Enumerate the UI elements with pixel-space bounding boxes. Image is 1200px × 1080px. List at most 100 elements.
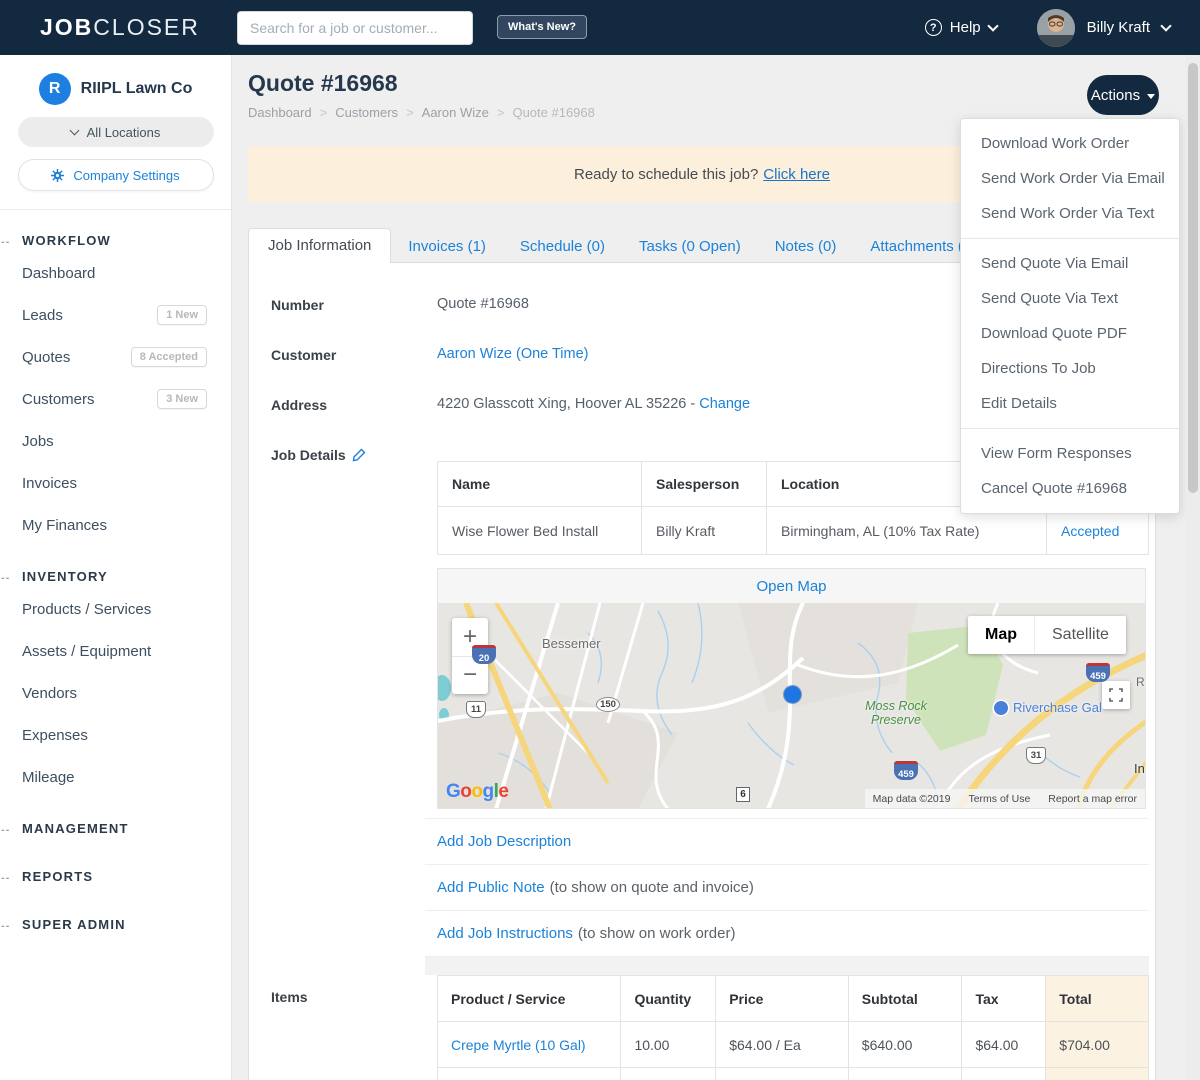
menu-item-download-quote-pdf[interactable]: Download Quote PDF	[961, 316, 1179, 351]
shopping-poi-icon	[994, 701, 1008, 715]
user-menu[interactable]: Billy Kraft	[1036, 8, 1172, 47]
section-header-inventory: -- INVENTORY	[0, 564, 231, 588]
open-map-link[interactable]: Open Map	[756, 578, 826, 595]
sidebar-item-assets-equipment[interactable]: Assets / Equipment	[0, 630, 231, 672]
app-logo: JOBCLOSER	[40, 14, 200, 41]
navbar-right: ? Help Billy Kraft	[924, 8, 1172, 47]
sidebar-item-my-finances[interactable]: My Finances	[0, 504, 231, 546]
us-31-shield: 31	[1026, 747, 1046, 764]
customer-link[interactable]: Aaron Wize	[437, 346, 512, 362]
sidebar-divider	[0, 209, 231, 210]
sidebar-item-label: Mileage	[22, 768, 75, 786]
leads-badge: 1 New	[157, 305, 207, 325]
tab-tasks[interactable]: Tasks (0 Open)	[622, 230, 758, 263]
sidebar-item-label: Dashboard	[22, 264, 96, 282]
salesperson-cell: Billy Kraft	[642, 507, 767, 554]
sidebar-item-dashboard[interactable]: Dashboard	[0, 252, 231, 294]
add-job-description-link[interactable]: Add Job Description	[437, 833, 571, 850]
sidebar-item-jobs[interactable]: Jobs	[0, 420, 231, 462]
col-header-price: Price	[716, 976, 849, 1021]
vertical-scrollbar[interactable]	[1186, 55, 1200, 1080]
actions-label: Actions	[1090, 86, 1141, 104]
company-avatar: R	[38, 73, 71, 105]
chevron-down-icon	[69, 125, 80, 135]
map-section: Open Map + − Map Satellite Bessemer Moss…	[437, 568, 1146, 809]
address-change-link[interactable]: Change	[699, 396, 750, 412]
add-public-note-link[interactable]: Add Public Note	[437, 879, 545, 896]
sidebar-item-label: Quotes	[22, 348, 71, 366]
google-map[interactable]: + − Map Satellite Bessemer Moss Rock Pre…	[437, 603, 1146, 809]
breadcrumb-separator: >	[406, 105, 414, 120]
sidebar-item-leads[interactable]: Leads 1 New	[0, 294, 231, 336]
search-input[interactable]	[237, 11, 473, 45]
sidebar-item-customers[interactable]: Customers 3 New	[0, 378, 231, 420]
company-settings-button[interactable]: Company Settings	[17, 159, 214, 191]
sidebar-item-vendors[interactable]: Vendors	[0, 672, 231, 714]
dash-icon: --	[1, 920, 11, 932]
menu-item-edit-details[interactable]: Edit Details	[961, 386, 1179, 421]
customer-type-link[interactable]: (One Time)	[516, 346, 589, 362]
map-data-label: Map data ©2019	[872, 793, 951, 805]
job-name-cell: Wise Flower Bed Install	[438, 507, 642, 554]
map-attribution: Map data ©2019 Terms of Use Report a map…	[864, 789, 1145, 808]
menu-item-directions-to-job[interactable]: Directions To Job	[961, 351, 1179, 386]
address-label: Address	[271, 397, 328, 413]
actions-button[interactable]: Actions	[1087, 75, 1159, 115]
whats-new-button[interactable]: What's New?	[497, 15, 588, 39]
banner-click-here-link[interactable]: Click here	[763, 166, 830, 183]
sidebar-item-expenses[interactable]: Expenses	[0, 714, 231, 756]
help-menu[interactable]: ? Help	[924, 19, 999, 36]
report-map-error-link[interactable]: Report a map error	[1048, 793, 1137, 805]
section-header-management[interactable]: -- MANAGEMENT	[0, 816, 231, 840]
breadcrumb-separator: >	[496, 105, 505, 120]
menu-item-send-quote-email[interactable]: Send Quote Via Email	[961, 246, 1179, 281]
item-row: Crepe Myrtle (10 Gal) 10.00 $64.00 / Ea …	[438, 1022, 1148, 1068]
section-label: MANAGEMENT	[22, 820, 129, 836]
sidebar-item-mileage[interactable]: Mileage	[0, 756, 231, 798]
product-link[interactable]: Crepe Myrtle (10 Gal)	[451, 1037, 586, 1053]
breadcrumb-aaron-wize[interactable]: Aaron Wize	[422, 105, 489, 120]
map-button[interactable]: Map	[968, 616, 1034, 654]
banner-text: Ready to schedule this job?	[574, 165, 759, 183]
add-job-instructions-link[interactable]: Add Job Instructions	[437, 925, 573, 942]
logo-light: CLOSER	[93, 14, 200, 40]
map-label-bessemer: Bessemer	[542, 636, 601, 651]
col-header-subtotal: Subtotal	[849, 976, 963, 1021]
menu-item-send-work-order-email[interactable]: Send Work Order Via Email	[961, 161, 1179, 196]
all-locations-select[interactable]: All Locations	[17, 117, 214, 147]
sidebar-item-label: My Finances	[22, 516, 108, 534]
scrollbar-thumb[interactable]	[1188, 63, 1198, 493]
status-accepted-link[interactable]: Accepted	[1061, 523, 1119, 539]
company-name: RIIPL Lawn Co	[80, 80, 193, 97]
tax-cell: $64.00	[962, 1022, 1047, 1067]
sidebar-item-products-services[interactable]: Products / Services	[0, 588, 231, 630]
tab-bar: Job Information Invoices (1) Schedule (0…	[248, 228, 993, 263]
sidebar-item-quotes[interactable]: Quotes 8 Accepted	[0, 336, 231, 378]
map-marker	[784, 686, 801, 703]
menu-item-cancel-quote[interactable]: Cancel Quote #16968	[961, 471, 1179, 506]
add-public-note-suffix: (to show on quote and invoice)	[549, 879, 754, 896]
section-header-super-admin[interactable]: -- SUPER ADMIN	[0, 912, 231, 936]
tab-notes[interactable]: Notes (0)	[758, 230, 854, 263]
subtotal-cell: $640.00	[849, 1022, 963, 1067]
open-map-bar: Open Map	[437, 568, 1146, 603]
fullscreen-button[interactable]	[1102, 681, 1130, 709]
quantity-cell: 3.00	[621, 1068, 717, 1080]
route-150-shield: 150	[596, 697, 620, 712]
tab-schedule[interactable]: Schedule (0)	[503, 230, 622, 263]
edit-pencil-icon[interactable]	[352, 448, 366, 465]
breadcrumb-dashboard[interactable]: Dashboard	[248, 105, 312, 120]
tab-invoices[interactable]: Invoices (1)	[391, 230, 503, 263]
tab-job-information[interactable]: Job Information	[248, 228, 392, 263]
fullscreen-icon	[1109, 688, 1123, 702]
breadcrumb-customers[interactable]: Customers	[335, 105, 398, 120]
menu-item-download-work-order[interactable]: Download Work Order	[961, 126, 1179, 161]
menu-item-view-form-responses[interactable]: View Form Responses	[961, 436, 1179, 471]
sidebar-item-invoices[interactable]: Invoices	[0, 462, 231, 504]
section-header-reports[interactable]: -- REPORTS	[0, 864, 231, 888]
terms-of-use-link[interactable]: Terms of Use	[968, 793, 1030, 805]
satellite-button[interactable]: Satellite	[1034, 616, 1126, 654]
chevron-down-icon	[1160, 19, 1172, 32]
menu-item-send-quote-text[interactable]: Send Quote Via Text	[961, 281, 1179, 316]
menu-item-send-work-order-text[interactable]: Send Work Order Via Text	[961, 196, 1179, 231]
